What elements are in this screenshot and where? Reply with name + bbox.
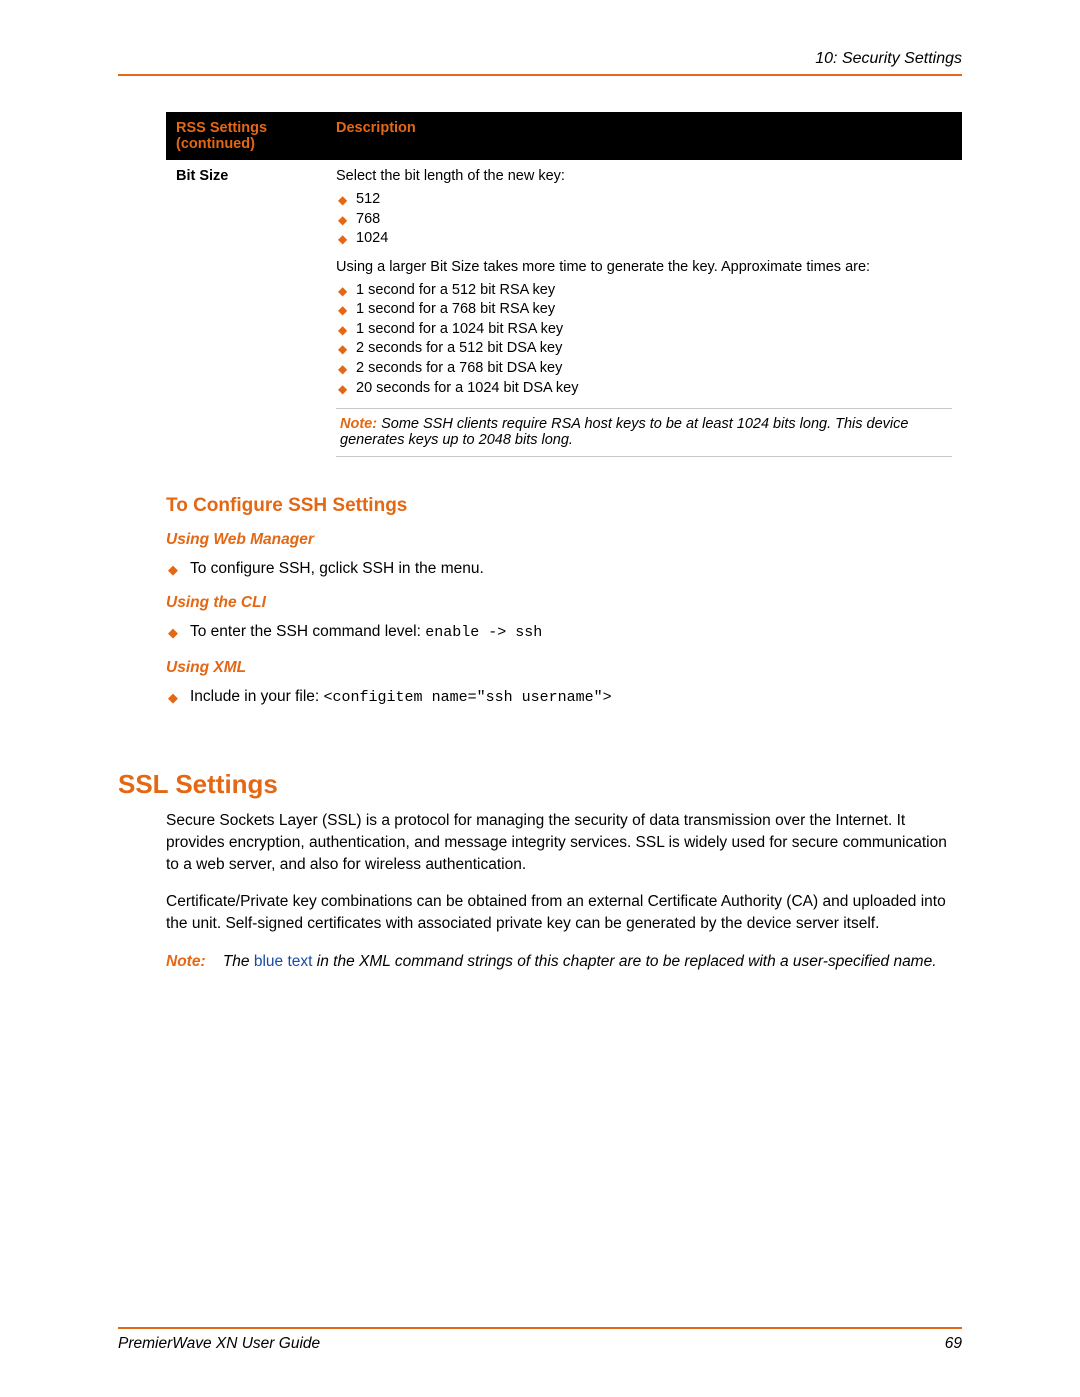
col-header-line1: RSS Settings — [176, 120, 267, 136]
footer-page-number: 69 — [945, 1335, 962, 1353]
xml-code: <configitem name="ssh username"> — [324, 689, 612, 706]
web-manager-item: To configure SSH, gclick SSH in the menu… — [190, 557, 962, 580]
note-label: Note: — [166, 953, 206, 970]
list-item: 1 second for a 1024 bit RSA key — [356, 320, 952, 340]
blue-text-link[interactable]: blue text — [254, 953, 313, 970]
subheading-xml: Using XML — [166, 659, 962, 677]
header-rule — [118, 74, 962, 76]
col-header-description: Description — [326, 112, 962, 160]
list-item: 768 — [356, 210, 952, 230]
xml-text: Include in your file: — [190, 688, 324, 705]
list-item: 20 seconds for a 1024 bit DSA key — [356, 379, 952, 399]
cli-item: To enter the SSH command level: enable -… — [190, 620, 962, 645]
bit-size-list: 512 768 1024 — [336, 190, 952, 249]
cli-text: To enter the SSH command level: — [190, 623, 425, 640]
footer-rule — [118, 1327, 962, 1329]
heading-ssl-settings: SSL Settings — [118, 769, 962, 800]
chapter-header: 10: Security Settings — [118, 50, 962, 68]
footer-doc-title: PremierWave XN User Guide — [118, 1335, 320, 1353]
list-item: 2 seconds for a 512 bit DSA key — [356, 339, 952, 359]
list-item: 1 second for a 768 bit RSA key — [356, 300, 952, 320]
list-item: 512 — [356, 190, 952, 210]
row-desc-bitsize: Select the bit length of the new key: 51… — [326, 160, 962, 467]
cli-code: enable -> ssh — [425, 624, 542, 641]
desc-intro: Select the bit length of the new key: — [336, 168, 952, 184]
xml-item: Include in your file: <configitem name="… — [190, 685, 962, 710]
note-text: Some SSH clients require RSA host keys t… — [340, 416, 908, 448]
heading-configure-ssh: To Configure SSH Settings — [166, 495, 962, 517]
subheading-web-manager: Using Web Manager — [166, 531, 962, 549]
times-list: 1 second for a 512 bit RSA key 1 second … — [336, 281, 952, 398]
table-note: Note: Some SSH clients require RSA host … — [336, 408, 952, 457]
col-header-settings: RSS Settings (continued) — [166, 112, 326, 160]
col-header-line2: (continued) — [176, 136, 255, 152]
row-label-bitsize: Bit Size — [166, 160, 326, 467]
note-label: Note: — [340, 416, 377, 432]
ssl-paragraph-2: Certificate/Private key combinations can… — [166, 891, 962, 934]
ssl-note: Note: The blue text in the XML command s… — [166, 951, 962, 973]
subheading-cli: Using the CLI — [166, 594, 962, 612]
list-item: 1024 — [356, 229, 952, 249]
desc-mid: Using a larger Bit Size takes more time … — [336, 259, 952, 275]
note-pre: The — [223, 953, 254, 970]
list-item: 2 seconds for a 768 bit DSA key — [356, 359, 952, 379]
rss-settings-table: RSS Settings (continued) Description Bit… — [166, 112, 962, 467]
list-item: 1 second for a 512 bit RSA key — [356, 281, 952, 301]
ssl-paragraph-1: Secure Sockets Layer (SSL) is a protocol… — [166, 810, 962, 875]
note-post: in the XML command strings of this chapt… — [312, 953, 936, 970]
